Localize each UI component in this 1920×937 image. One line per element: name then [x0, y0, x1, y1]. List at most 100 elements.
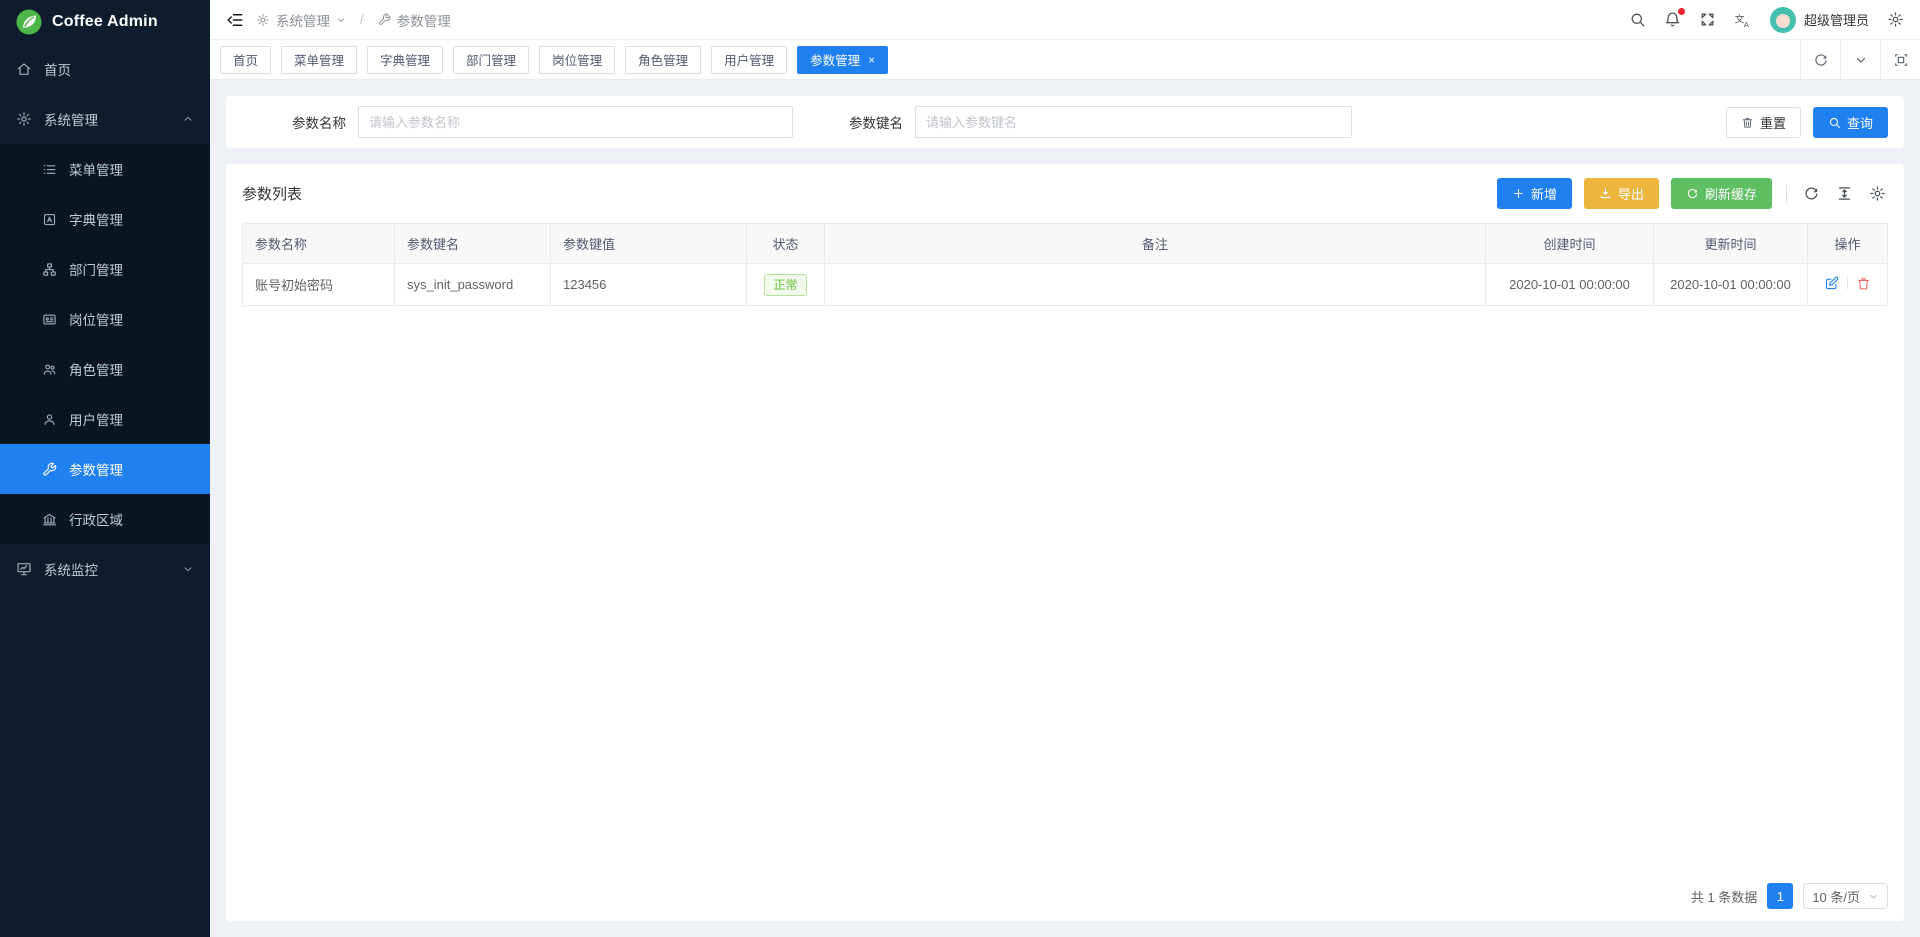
notification-bell-icon[interactable] — [1664, 11, 1681, 28]
tab-home[interactable]: 首页 — [220, 46, 271, 74]
fullscreen-icon[interactable] — [1699, 11, 1716, 28]
page-content: 参数名称 参数键名 重置 查询 — [210, 80, 1920, 937]
sidebar-item-label: 首页 — [44, 59, 71, 79]
sidebar-item-label: 参数管理 — [69, 459, 123, 479]
pagination: 共 1 条数据 1 10 条/页 — [1691, 883, 1888, 909]
tab-label: 用户管理 — [724, 50, 774, 69]
close-icon[interactable]: × — [868, 54, 875, 66]
cell-updated-at: 2020-10-01 00:00:00 — [1654, 264, 1808, 306]
sidebar-group-system[interactable]: 系统管理 — [0, 94, 210, 144]
top-header: 系统管理 / 参数管理 — [210, 0, 1920, 40]
translate-icon[interactable]: 文A — [1734, 11, 1752, 29]
tab-role-mgmt[interactable]: 角色管理 — [625, 46, 701, 74]
sidebar-item-label: 字典管理 — [69, 209, 123, 229]
monitor-board-icon — [16, 561, 32, 577]
cell-created-at: 2020-10-01 00:00:00 — [1486, 264, 1654, 306]
table-header-row: 参数名称 参数键名 参数键值 状态 备注 创建时间 更新时间 操作 — [243, 224, 1888, 264]
col-header-value: 参数键值 — [551, 224, 747, 264]
action-divider — [1847, 277, 1848, 289]
search-icon — [1828, 116, 1841, 129]
dictionary-icon — [42, 212, 57, 227]
sidebar-item-label: 部门管理 — [69, 259, 123, 279]
search-form-card: 参数名称 参数键名 重置 查询 — [226, 96, 1904, 148]
user-menu[interactable]: 超级管理员 — [1770, 7, 1869, 33]
delete-trash-icon[interactable] — [1856, 276, 1871, 291]
bank-building-icon — [42, 512, 57, 527]
chevron-down-icon — [336, 15, 346, 25]
breadcrumb-parent[interactable]: 系统管理 — [256, 10, 346, 30]
add-button-label: 新增 — [1531, 184, 1557, 203]
sidebar-group-monitor[interactable]: 系统监控 — [0, 544, 210, 594]
wrench-icon — [42, 462, 57, 477]
col-header-remark: 备注 — [825, 224, 1486, 264]
sidebar-item-role-mgmt[interactable]: 角色管理 — [0, 344, 210, 394]
avatar — [1770, 7, 1796, 33]
tab-param-mgmt[interactable]: 参数管理 × — [797, 46, 888, 74]
cell-actions — [1808, 264, 1888, 306]
content-maximize-icon[interactable] — [1880, 40, 1920, 79]
breadcrumb-current: 参数管理 — [378, 10, 451, 30]
sidebar-item-param-mgmt[interactable]: 参数管理 — [0, 444, 210, 494]
add-button[interactable]: 新增 — [1497, 178, 1572, 209]
cell-param-value: 123456 — [551, 264, 747, 306]
download-icon — [1599, 187, 1612, 200]
cell-status: 正常 — [747, 264, 825, 306]
param-key-label: 参数键名 — [849, 112, 903, 132]
tab-dict-mgmt[interactable]: 字典管理 — [367, 46, 443, 74]
sidebar-item-region[interactable]: 行政区域 — [0, 494, 210, 544]
department-icon — [42, 262, 57, 277]
search-icon[interactable] — [1629, 11, 1646, 28]
page-number-button[interactable]: 1 — [1767, 883, 1793, 909]
sidebar-item-label: 角色管理 — [69, 359, 123, 379]
tab-label: 菜单管理 — [294, 50, 344, 69]
tab-post-mgmt[interactable]: 岗位管理 — [539, 46, 615, 74]
sidebar-item-dept-mgmt[interactable]: 部门管理 — [0, 244, 210, 294]
menu-list-icon — [42, 162, 57, 177]
param-key-input[interactable] — [915, 106, 1352, 138]
settings-gear-icon[interactable] — [1887, 11, 1904, 28]
gear-icon — [256, 13, 270, 27]
chevron-up-icon — [182, 113, 194, 125]
chevron-down-icon — [1868, 891, 1879, 902]
refresh-cache-button-label: 刷新缓存 — [1705, 184, 1757, 203]
export-button[interactable]: 导出 — [1584, 178, 1659, 209]
page-size-select[interactable]: 10 条/页 — [1803, 883, 1888, 909]
sidebar-item-post-mgmt[interactable]: 岗位管理 — [0, 294, 210, 344]
tab-label: 首页 — [233, 50, 258, 69]
table-refresh-icon[interactable] — [1801, 183, 1822, 204]
sidebar-collapse-icon[interactable] — [226, 11, 244, 29]
sidebar-item-label: 岗位管理 — [69, 309, 123, 329]
tabs-dropdown-chevron-icon[interactable] — [1840, 40, 1880, 79]
refresh-cache-button[interactable]: 刷新缓存 — [1671, 178, 1772, 209]
roles-icon — [42, 362, 57, 377]
sidebar-item-dict-mgmt[interactable]: 字典管理 — [0, 194, 210, 244]
col-header-created: 创建时间 — [1486, 224, 1654, 264]
card-title: 参数列表 — [242, 183, 302, 204]
sidebar-menu: 首页 系统管理 菜单管理 字典管理 — [0, 44, 210, 937]
sidebar-item-user-mgmt[interactable]: 用户管理 — [0, 394, 210, 444]
sidebar-submenu-system: 菜单管理 字典管理 部门管理 岗位管理 — [0, 144, 210, 544]
breadcrumb-parent-label: 系统管理 — [276, 10, 330, 30]
sidebar-item-home[interactable]: 首页 — [0, 44, 210, 94]
row-height-icon[interactable] — [1834, 183, 1855, 204]
tab-user-mgmt[interactable]: 用户管理 — [711, 46, 787, 74]
post-badge-icon — [42, 312, 57, 327]
tab-menu-mgmt[interactable]: 菜单管理 — [281, 46, 357, 74]
chevron-down-icon — [182, 563, 194, 575]
tab-dept-mgmt[interactable]: 部门管理 — [453, 46, 529, 74]
tabs-refresh-icon[interactable] — [1800, 40, 1840, 79]
table-settings-gear-icon[interactable] — [1867, 183, 1888, 204]
param-name-input[interactable] — [358, 106, 793, 138]
tab-label: 岗位管理 — [552, 50, 602, 69]
app-title: Coffee Admin — [52, 13, 158, 31]
col-header-updated: 更新时间 — [1654, 224, 1808, 264]
param-name-label: 参数名称 — [292, 112, 346, 132]
table-row[interactable]: 账号初始密码 sys_init_password 123456 正常 2020-… — [243, 264, 1888, 306]
sidebar-item-menu-mgmt[interactable]: 菜单管理 — [0, 144, 210, 194]
app-logo[interactable]: Coffee Admin — [0, 0, 210, 44]
col-header-status: 状态 — [747, 224, 825, 264]
sidebar: Coffee Admin 首页 系统管理 菜单管理 — [0, 0, 210, 937]
query-button[interactable]: 查询 — [1813, 107, 1888, 138]
edit-icon[interactable] — [1824, 276, 1839, 291]
reset-button[interactable]: 重置 — [1726, 107, 1801, 138]
